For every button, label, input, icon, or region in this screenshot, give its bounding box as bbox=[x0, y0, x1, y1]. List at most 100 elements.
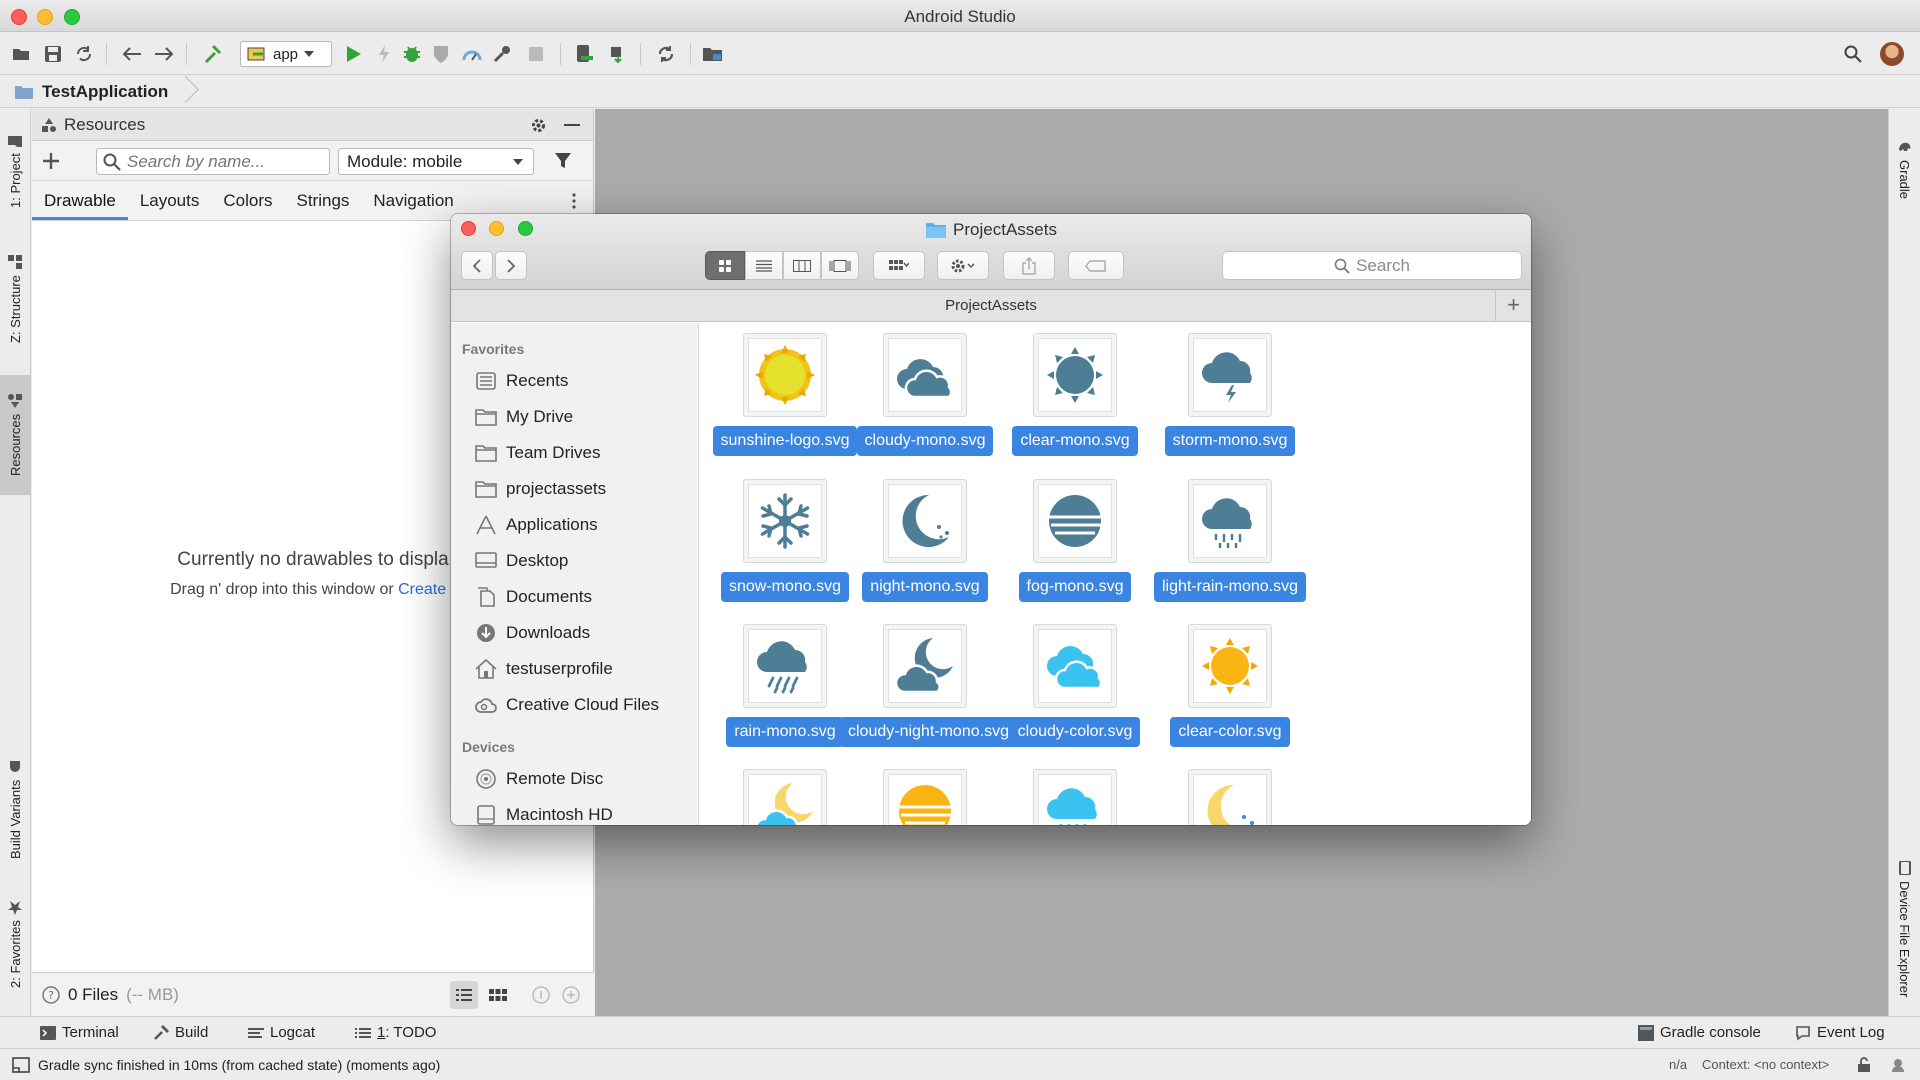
filter-icon[interactable] bbox=[554, 152, 572, 170]
file-item[interactable]: cloudy-color.svg bbox=[990, 624, 1160, 747]
run-icon[interactable] bbox=[342, 42, 366, 66]
grid-view-icon[interactable] bbox=[489, 989, 507, 1001]
breadcrumb-project[interactable]: TestApplication bbox=[42, 82, 168, 102]
file-item[interactable]: cloudy-mono.svg bbox=[840, 333, 1010, 456]
tab-colors[interactable]: Colors bbox=[211, 181, 284, 220]
file-preview bbox=[1038, 338, 1112, 412]
tab-gradle-label: Gradle bbox=[1897, 160, 1912, 200]
tool-todo[interactable]: 1: TODO bbox=[355, 1024, 436, 1041]
sidebar-item-testuserprofile[interactable]: testuserprofile bbox=[451, 651, 698, 687]
save-icon[interactable] bbox=[41, 42, 65, 66]
tab-layouts[interactable]: Layouts bbox=[128, 181, 212, 220]
add-resource-icon[interactable] bbox=[42, 152, 60, 170]
sidebar-item-documents[interactable]: Documents bbox=[451, 579, 698, 615]
tool-build[interactable]: Build bbox=[153, 1024, 208, 1041]
sidebar-item-applications[interactable]: Applications bbox=[451, 507, 698, 543]
tab-favorites[interactable]: 2: Favorites bbox=[0, 887, 31, 1002]
stop-icon[interactable] bbox=[524, 42, 548, 66]
sync-icon[interactable] bbox=[72, 42, 96, 66]
new-tab-button[interactable]: + bbox=[1495, 290, 1531, 321]
make-project-hammer-icon[interactable] bbox=[201, 42, 225, 66]
file-item[interactable]: fog-mono.svg bbox=[990, 479, 1160, 602]
forward-arrow-icon[interactable] bbox=[152, 42, 176, 66]
tab-strings[interactable]: Strings bbox=[284, 181, 361, 220]
finder-back-button[interactable] bbox=[461, 251, 493, 280]
breadcrumb-separator bbox=[176, 76, 190, 108]
help-icon[interactable]: ? bbox=[42, 985, 60, 1004]
tab-drawable[interactable]: Drawable bbox=[32, 181, 128, 220]
more-options-icon[interactable] bbox=[572, 193, 576, 209]
gradle-sync-icon[interactable] bbox=[654, 42, 678, 66]
file-item[interactable] bbox=[990, 769, 1160, 825]
toggle-tool-windows-icon[interactable] bbox=[12, 1057, 30, 1073]
view-icons-button[interactable] bbox=[705, 251, 745, 280]
tab-structure[interactable]: Z: Structure bbox=[0, 239, 31, 359]
tab-gradle[interactable]: Gradle bbox=[1889, 125, 1920, 215]
tab-project[interactable]: 1: Project bbox=[0, 117, 31, 227]
file-item[interactable]: night-mono.svg bbox=[840, 479, 1010, 602]
file-item[interactable]: clear-mono.svg bbox=[990, 333, 1160, 456]
group-by-button[interactable] bbox=[873, 251, 925, 280]
creative-cloud-icon bbox=[475, 695, 497, 715]
tab-build-variants[interactable]: Build Variants bbox=[0, 739, 31, 879]
debug-bug-icon[interactable] bbox=[400, 42, 424, 66]
resource-search-input[interactable] bbox=[127, 151, 317, 172]
file-item[interactable]: cloudy-night-mono.svg bbox=[840, 624, 1017, 747]
zoom-out-icon[interactable] bbox=[532, 986, 550, 1004]
avd-manager-icon[interactable] bbox=[572, 42, 596, 66]
tool-terminal[interactable]: Terminal bbox=[40, 1024, 119, 1041]
file-item[interactable]: clear-color.svg bbox=[1145, 624, 1315, 747]
profile-icon[interactable] bbox=[460, 42, 484, 66]
sidebar-item-recents[interactable]: Recents bbox=[451, 363, 698, 399]
share-button[interactable] bbox=[1003, 251, 1055, 280]
run-configuration-select[interactable]: app bbox=[240, 41, 332, 67]
minimize-panel-icon[interactable] bbox=[564, 124, 580, 127]
tags-button[interactable] bbox=[1068, 251, 1124, 280]
file-item[interactable]: light-rain-mono.svg bbox=[1145, 479, 1315, 602]
file-thumbnail bbox=[883, 333, 967, 417]
tab-device-file-explorer[interactable]: Device File Explorer bbox=[1889, 844, 1920, 1014]
file-item[interactable] bbox=[1145, 769, 1315, 825]
sidebar-item-projectassets[interactable]: projectassets bbox=[451, 471, 698, 507]
list-view-toggle[interactable] bbox=[450, 981, 478, 1009]
tool-logcat[interactable]: Logcat bbox=[248, 1024, 315, 1041]
sidebar-item-remote-disc[interactable]: Remote Disc bbox=[451, 761, 698, 797]
view-list-button[interactable] bbox=[745, 251, 783, 280]
tool-event-log[interactable]: Event Log bbox=[1795, 1024, 1885, 1041]
lock-icon[interactable] bbox=[1856, 1057, 1874, 1073]
finder-file-grid: sunshine-logo.svg cloudy-mono.svg clear-… bbox=[700, 323, 1531, 825]
coverage-icon[interactable] bbox=[429, 42, 453, 66]
sidebar-item-desktop[interactable]: Desktop bbox=[451, 543, 698, 579]
open-folder-icon[interactable] bbox=[10, 42, 34, 66]
sidebar-item-creative-cloud-files[interactable]: Creative Cloud Files bbox=[451, 687, 698, 723]
attach-debugger-icon[interactable] bbox=[490, 42, 514, 66]
action-gear-button[interactable] bbox=[937, 251, 989, 280]
tool-gradle-console[interactable]: Gradle console bbox=[1638, 1024, 1761, 1041]
sdk-manager-icon[interactable] bbox=[606, 42, 630, 66]
sidebar-item-team-drives[interactable]: Team Drives bbox=[451, 435, 698, 471]
inspector-icon[interactable] bbox=[1890, 1057, 1906, 1073]
module-select[interactable]: Module: mobile bbox=[338, 148, 534, 175]
terminal-icon bbox=[40, 1025, 56, 1040]
file-item[interactable] bbox=[840, 769, 1010, 825]
sidebar-item-my-drive[interactable]: My Drive bbox=[451, 399, 698, 435]
sidebar-item-macintosh-hd[interactable]: Macintosh HD bbox=[451, 797, 698, 825]
view-gallery-button[interactable] bbox=[821, 251, 859, 280]
back-arrow-icon[interactable] bbox=[120, 42, 144, 66]
apply-changes-icon[interactable] bbox=[372, 42, 396, 66]
fog-icon bbox=[1047, 495, 1103, 547]
user-avatar[interactable] bbox=[1880, 42, 1904, 66]
project-structure-icon[interactable] bbox=[701, 42, 725, 66]
file-preview bbox=[1038, 629, 1112, 703]
search-icon[interactable] bbox=[1841, 42, 1865, 66]
finder-forward-button[interactable] bbox=[495, 251, 527, 280]
gear-icon[interactable] bbox=[530, 117, 547, 134]
finder-search-field[interactable]: Search bbox=[1222, 251, 1522, 280]
status-context[interactable]: Context: <no context> bbox=[1702, 1057, 1829, 1072]
zoom-in-icon[interactable] bbox=[562, 986, 580, 1004]
create-resource-link[interactable]: Create r bbox=[398, 581, 456, 598]
tab-resources[interactable]: Resources bbox=[0, 375, 31, 495]
view-columns-button[interactable] bbox=[783, 251, 821, 280]
file-item[interactable]: storm-mono.svg bbox=[1145, 333, 1315, 456]
sidebar-item-downloads[interactable]: Downloads bbox=[451, 615, 698, 651]
